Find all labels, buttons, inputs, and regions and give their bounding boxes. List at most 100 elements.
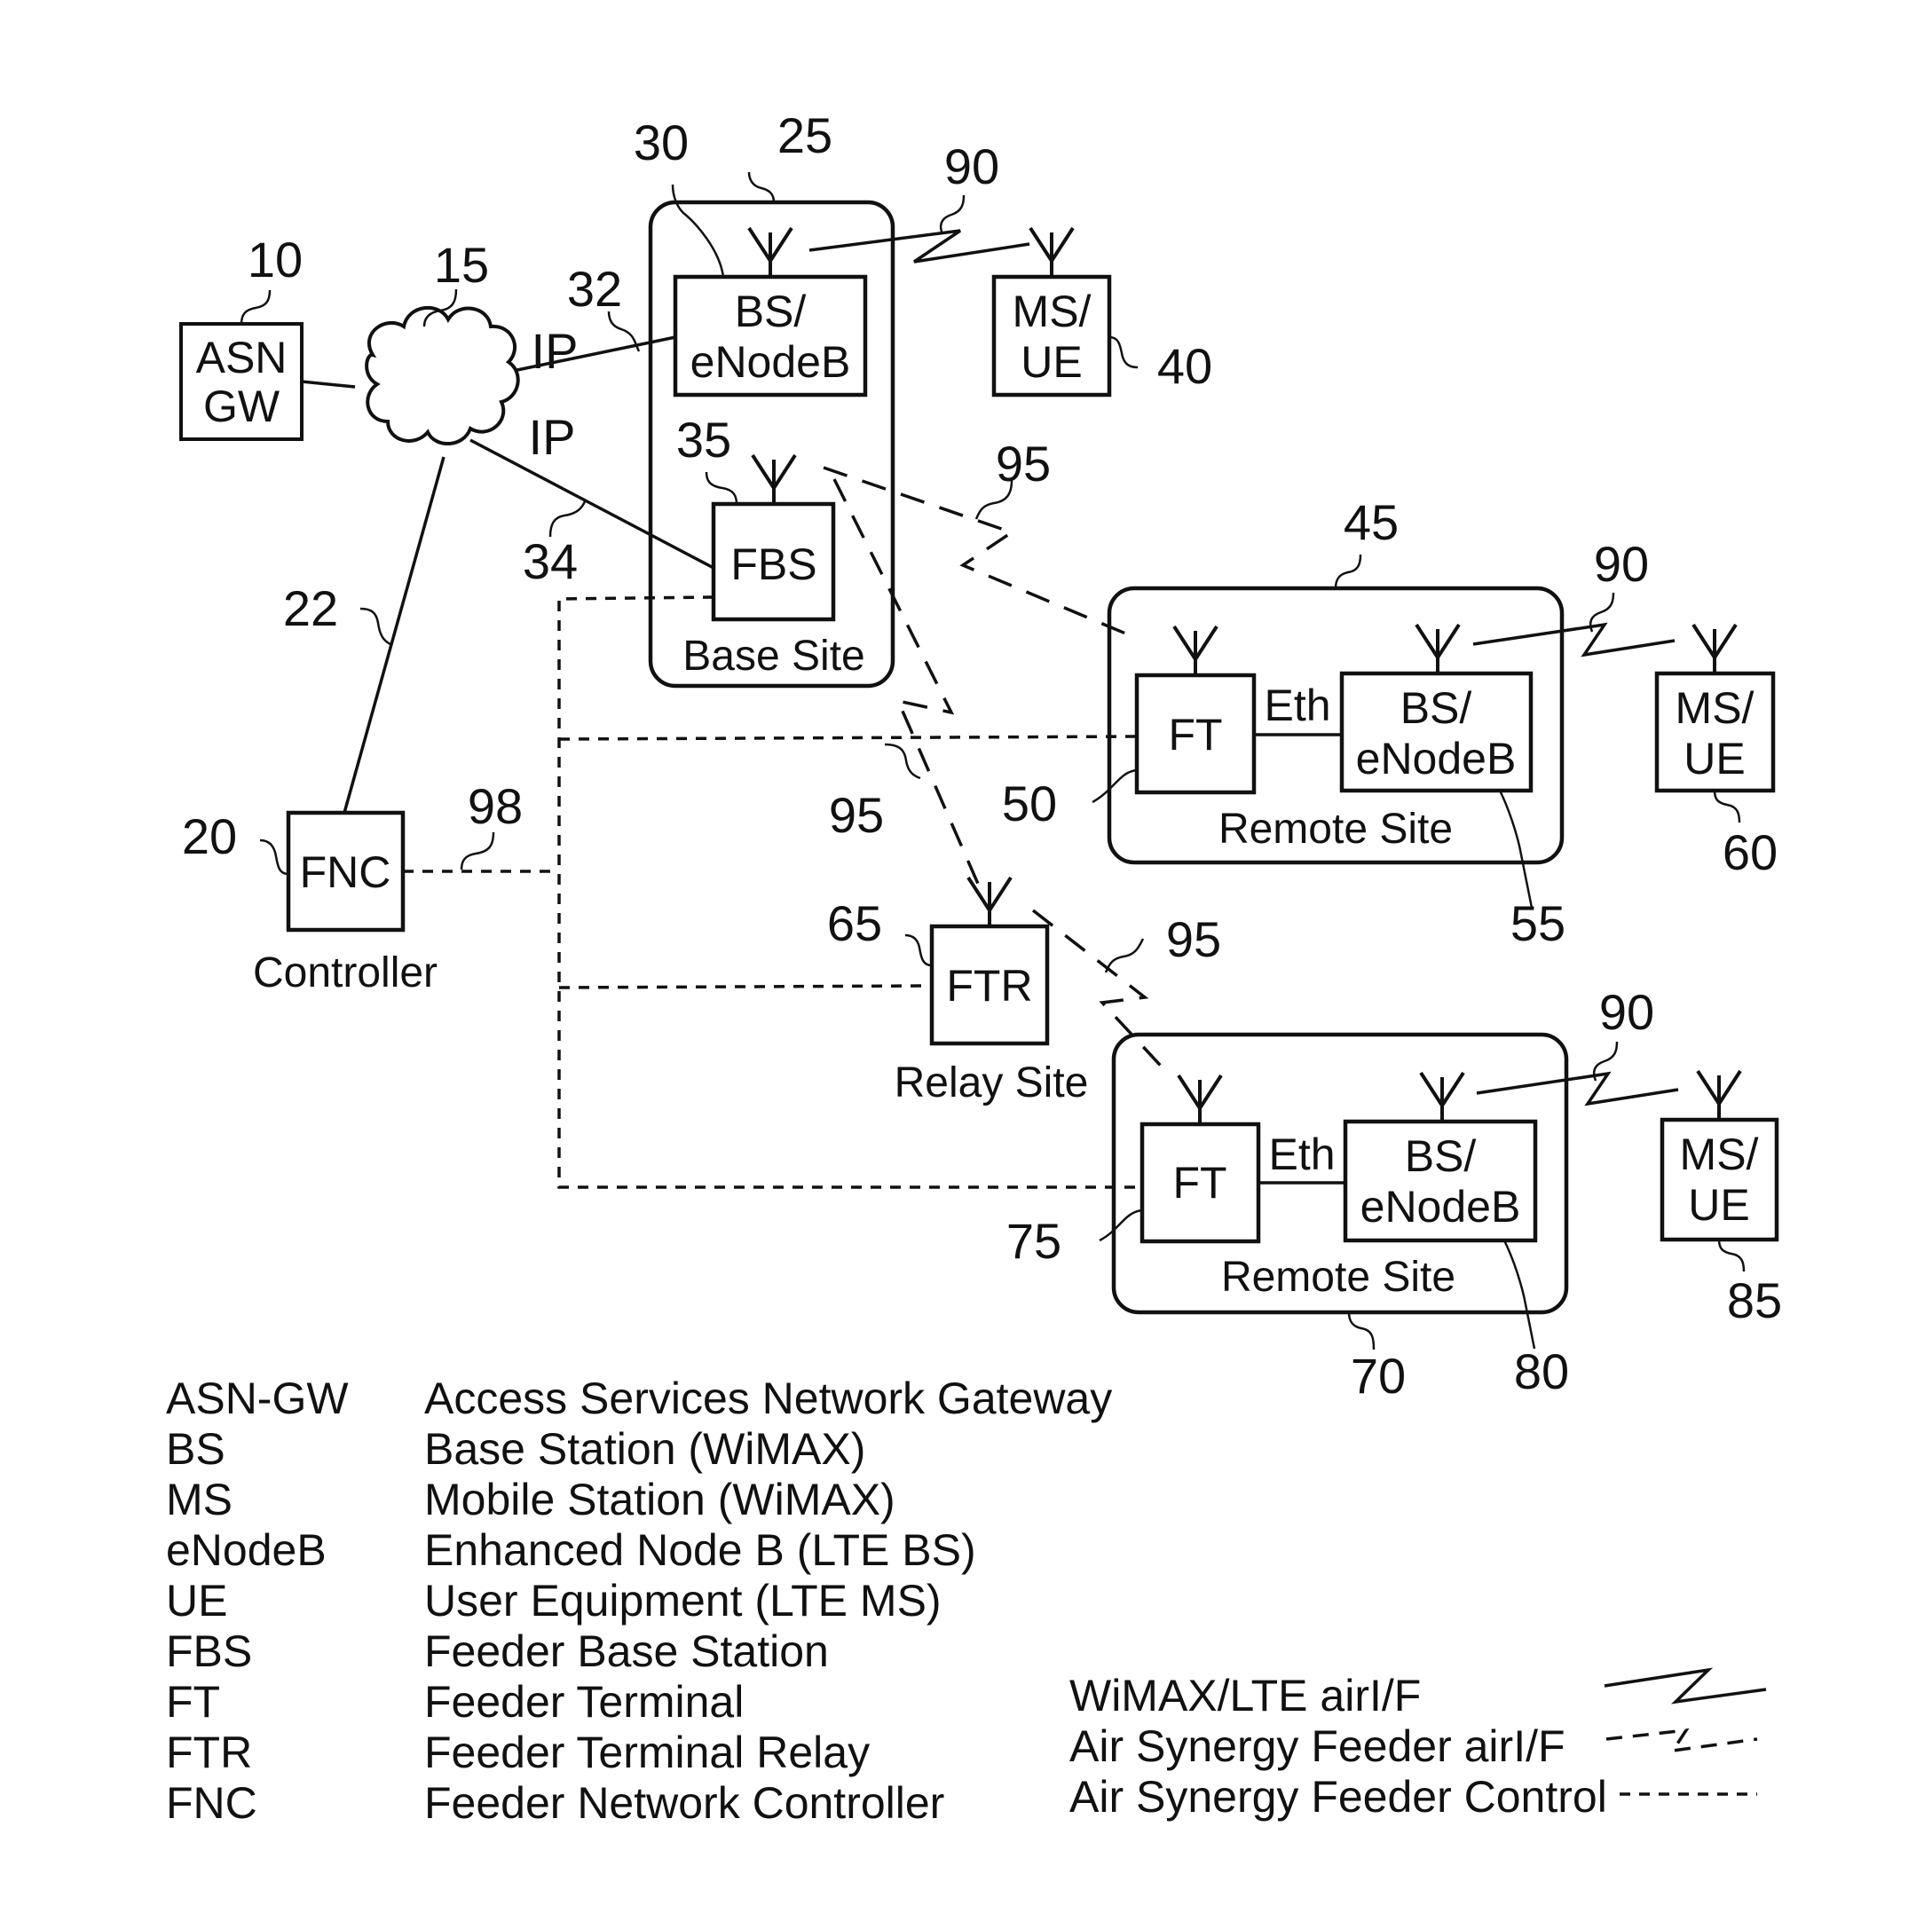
ft-75[interactable]: FT xyxy=(1139,1074,1261,1244)
legend-line-name: Air Synergy Feeder airI/F xyxy=(1069,1721,1565,1771)
ftr-relay-65[interactable]: FTR Relay Site xyxy=(895,876,1089,1106)
ref-55: 55 xyxy=(1510,895,1565,951)
legend-desc: Access Services Network Gateway xyxy=(424,1374,1113,1423)
legend-abbr: MS xyxy=(166,1475,233,1524)
abbreviation-legend: ASN-GW Access Services Network Gateway BS… xyxy=(166,1374,1112,1829)
fnc-caption: Controller xyxy=(253,949,438,996)
control-98-leader xyxy=(460,831,495,870)
bs-enodeb-55[interactable]: BS/ eNodeB xyxy=(1339,623,1534,793)
ref-95-c: 95 xyxy=(1166,911,1221,967)
fbs-node[interactable]: FBS xyxy=(711,453,836,622)
feeder-95-leader-b xyxy=(884,743,921,780)
ref-90-remote70: 90 xyxy=(1599,984,1654,1040)
legend-abbr: FBS xyxy=(166,1626,253,1676)
asn-gw-ref-leader xyxy=(240,289,272,325)
ref-20: 20 xyxy=(182,808,237,864)
ip-label-32: IP xyxy=(532,323,579,379)
ft-75-ref-leader xyxy=(1099,1208,1143,1242)
ms-ue-40-ref-leader xyxy=(1108,335,1139,369)
asn-gw-node[interactable]: ASN GW xyxy=(179,322,304,441)
ms-ue-60-line2: UE xyxy=(1684,734,1745,783)
ms-ue-40-line2: UE xyxy=(1021,337,1082,387)
ref-60: 60 xyxy=(1723,824,1778,880)
ftr-label: FTR xyxy=(946,961,1032,1011)
ms-ue-85-line1: MS/ xyxy=(1680,1130,1759,1179)
ip-label-34: IP xyxy=(529,409,576,465)
remote-site-70-caption: Remote Site xyxy=(1221,1254,1455,1301)
ref-30: 30 xyxy=(634,114,689,170)
ref-22: 22 xyxy=(283,580,338,636)
ref-98: 98 xyxy=(468,778,523,834)
ft-50[interactable]: FT xyxy=(1134,625,1257,795)
legend-row: eNodeB Enhanced Node B (LTE BS) xyxy=(166,1525,1112,1576)
legend-row: FT Feeder Terminal xyxy=(166,1677,1112,1728)
ref-35: 35 xyxy=(676,412,731,468)
asn-cloud-link xyxy=(301,380,356,389)
feeder-link-95-remote70 xyxy=(1031,909,1171,1077)
legend-desc: Feeder Base Station xyxy=(424,1626,829,1676)
ref-25: 25 xyxy=(777,107,832,163)
ref-95-b: 95 xyxy=(829,787,884,843)
asn-gw-label-line2: GW xyxy=(203,382,280,431)
legend-sample-air-if xyxy=(1604,1667,1767,1704)
ref-70: 70 xyxy=(1351,1348,1406,1404)
fbs-ref-leader xyxy=(705,471,738,505)
base-bs-label-line1: BS/ xyxy=(735,287,807,336)
bs-80-ref-leader xyxy=(1502,1240,1536,1350)
legend-row: UE User Equipment (LTE MS) xyxy=(166,1576,1112,1626)
base-bs-enodeb[interactable]: BS/ eNodeB xyxy=(673,226,868,398)
legend-abbr: FT xyxy=(166,1677,221,1727)
legend-sample-feeder-air-if xyxy=(1605,1728,1758,1753)
legend-desc: Feeder Terminal xyxy=(424,1677,745,1727)
ft-75-label: FT xyxy=(1172,1158,1226,1208)
legend-desc: Mobile Station (WiMAX) xyxy=(424,1475,895,1524)
legend-row: MS Mobile Station (WiMAX) xyxy=(166,1475,1112,1525)
bs-enodeb-80[interactable]: BS/ eNodeB xyxy=(1343,1071,1538,1243)
bs-80-line1: BS/ xyxy=(1405,1131,1477,1181)
ref-15: 15 xyxy=(434,237,489,293)
ref-32: 32 xyxy=(567,261,622,317)
ms-ue-40-line1: MS/ xyxy=(1013,287,1092,336)
fnc-ref-leader xyxy=(259,838,289,876)
bs-55-line1: BS/ xyxy=(1400,683,1472,733)
bs-80-line2: eNodeB xyxy=(1360,1182,1521,1232)
ref-34: 34 xyxy=(523,533,578,589)
base-site-caption: Base Site xyxy=(682,633,864,680)
ms-ue-85-ref-leader xyxy=(1717,1239,1746,1272)
remote-site-45-caption: Remote Site xyxy=(1218,806,1453,853)
fnc-node[interactable]: FNC Controller xyxy=(253,810,438,996)
eth-link-70: Eth xyxy=(1258,1130,1345,1185)
ms-ue-60[interactable]: MS/ UE xyxy=(1654,623,1776,793)
line-type-legend: WiMAX/LTE airI/F Air Synergy Feeder airI… xyxy=(1069,1671,1607,1823)
ftr-ref-leader xyxy=(904,933,933,967)
ft-50-label: FT xyxy=(1168,710,1222,760)
base-site-ref-leader xyxy=(747,171,776,203)
legend-desc: Enhanced Node B (LTE BS) xyxy=(424,1525,976,1575)
remote-site-70-ref-leader xyxy=(1347,1311,1376,1350)
ms-ue-60-line1: MS/ xyxy=(1676,683,1755,733)
bs-55-line2: eNodeB xyxy=(1356,734,1517,783)
ref-90-base: 90 xyxy=(944,138,999,194)
ms-ue-85[interactable]: MS/ UE xyxy=(1660,1069,1779,1242)
feeder-link-95-remote45 xyxy=(823,466,1135,639)
legend-line-row: Air Synergy Feeder Control xyxy=(1069,1772,1607,1823)
legend-abbr: ASN-GW xyxy=(166,1374,349,1423)
legend-desc: User Equipment (LTE MS) xyxy=(424,1576,942,1626)
legend-desc: Feeder Network Controller xyxy=(424,1778,945,1828)
eth-label-70: Eth xyxy=(1268,1130,1335,1179)
legend-abbr: eNodeB xyxy=(166,1525,327,1575)
air-link-90-base xyxy=(808,194,1030,264)
asn-gw-label-line1: ASN xyxy=(196,333,288,382)
fnc-label: FNC xyxy=(300,847,391,897)
ref-65: 65 xyxy=(827,895,882,951)
legend-row: ASN-GW Access Services Network Gateway xyxy=(166,1374,1112,1424)
ref-40: 40 xyxy=(1157,338,1212,394)
eth-link-45: Eth xyxy=(1254,681,1342,736)
base-bs-label-line2: eNodeB xyxy=(690,337,851,387)
ms-ue-40[interactable]: MS/ UE xyxy=(991,226,1112,398)
feeder-95-leader-c xyxy=(1104,938,1145,973)
legend-line-row: WiMAX/LTE airI/F xyxy=(1069,1671,1606,1721)
ip-network-cloud xyxy=(365,305,520,445)
legend-line-row: Air Synergy Feeder airI/F xyxy=(1069,1721,1606,1772)
ref-45: 45 xyxy=(1344,494,1399,550)
